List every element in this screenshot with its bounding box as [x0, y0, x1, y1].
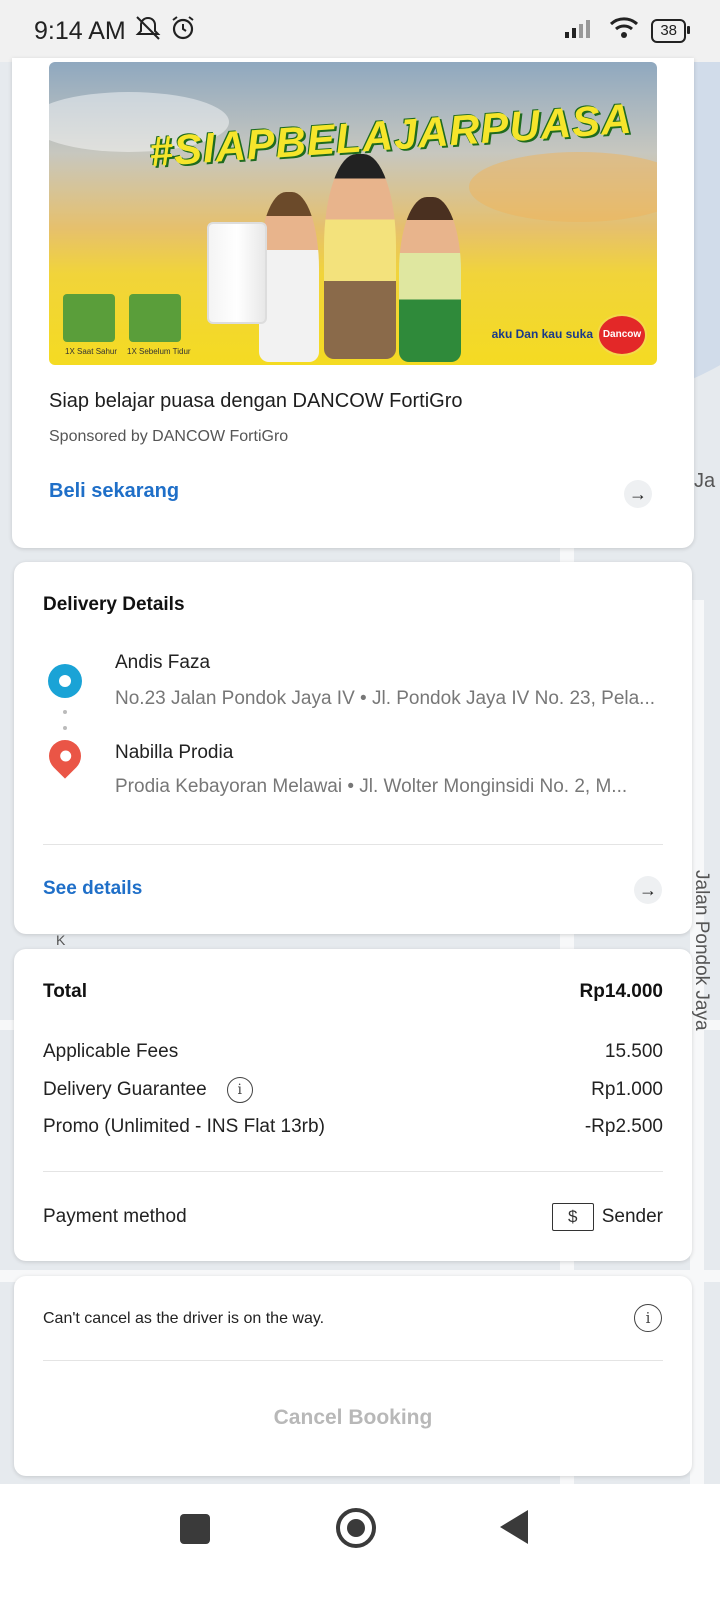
tile-caption: 1X Sebelum Tidur — [127, 347, 191, 356]
origin-pin-icon — [48, 664, 82, 698]
cash-icon: $ — [551, 1203, 594, 1231]
map-label: K — [56, 932, 66, 948]
origin-name: Andis Faza — [115, 652, 211, 673]
payment-method-row[interactable]: Payment method $ Sender — [43, 1203, 663, 1231]
milk-glass — [207, 222, 267, 324]
guarantee-value: Rp1.000 — [591, 1079, 663, 1100]
delivery-details-card: Delivery Details Andis Faza No.23 Jalan … — [14, 562, 692, 934]
payment-method-label: Payment method — [43, 1206, 187, 1227]
home-icon[interactable] — [336, 1508, 376, 1548]
status-bar: 9:14 AM 38 — [0, 0, 720, 62]
alarm-icon — [170, 15, 196, 48]
total-row: Total Rp14.000 — [43, 981, 663, 1003]
promo-label: Promo (Unlimited - INS Flat 13rb) — [43, 1116, 325, 1137]
bedtime-tile — [129, 294, 181, 342]
cancel-booking-button[interactable]: Cancel Booking — [14, 1406, 692, 1430]
child-figure — [259, 192, 319, 362]
origin-address: No.23 Jalan Pondok Jaya IV • Jl. Pondok … — [115, 688, 656, 709]
mute-icon — [134, 15, 162, 48]
back-icon[interactable] — [500, 1510, 528, 1544]
destination-pin-icon — [42, 733, 88, 779]
destination-address: Prodia Kebayoran Melawai • Jl. Wolter Mo… — [115, 776, 628, 797]
fees-row: Applicable Fees 15.500 — [43, 1041, 663, 1063]
fees-label: Applicable Fees — [43, 1041, 179, 1062]
route-dot — [63, 726, 67, 730]
payment-method-value: Sender — [601, 1206, 663, 1227]
map-road — [690, 600, 704, 1600]
info-icon[interactable]: i — [226, 1077, 253, 1103]
battery-indicator: 38 — [651, 19, 690, 43]
child-figure — [399, 197, 461, 362]
ad-card[interactable]: #SIAPBELAJARPUASA 1X Saat Sahur 1X Sebel… — [12, 58, 694, 548]
guarantee-row: Delivery Guarantee i Rp1.000 — [43, 1077, 663, 1103]
sahur-tile — [63, 294, 115, 342]
signal-icon — [563, 17, 597, 46]
divider — [43, 1360, 663, 1361]
ad-tagline: aku Dan kau suka — [491, 327, 593, 341]
promo-value: -Rp2.500 — [584, 1116, 663, 1137]
ad-sponsor: Sponsored by DANCOW FortiGro — [49, 428, 289, 445]
promo-row: Promo (Unlimited - INS Flat 13rb) -Rp2.5… — [43, 1116, 663, 1138]
status-time: 9:14 AM — [34, 16, 126, 45]
total-value: Rp14.000 — [579, 981, 663, 1002]
payment-summary-card: Total Rp14.000 Applicable Fees 15.500 De… — [14, 949, 692, 1261]
wifi-icon — [609, 16, 639, 47]
destination-name: Nabilla Prodia — [115, 742, 234, 763]
buy-now-link[interactable]: Beli sekarang — [49, 480, 179, 503]
banner-cloud — [469, 152, 657, 222]
see-details-link[interactable]: See details — [43, 878, 142, 900]
map-street-label: Jalan Pondok Jaya — [691, 870, 712, 1031]
ad-banner[interactable]: #SIAPBELAJARPUASA 1X Saat Sahur 1X Sebel… — [49, 62, 657, 365]
guarantee-label: Delivery Guarantee — [43, 1079, 207, 1100]
arrow-right-icon[interactable]: → — [624, 480, 652, 508]
route-dot — [63, 710, 67, 714]
fees-value: 15.500 — [604, 1041, 663, 1062]
delivery-title: Delivery Details — [43, 594, 185, 615]
divider — [43, 844, 663, 845]
cancel-card: Can't cancel as the driver is on the way… — [14, 1276, 692, 1476]
arrow-right-icon[interactable]: → — [634, 876, 662, 904]
child-figure — [324, 154, 396, 359]
info-icon[interactable]: i — [634, 1304, 662, 1332]
dancow-logo: Dancow — [597, 314, 647, 356]
recent-apps-icon[interactable] — [180, 1514, 210, 1544]
navigation-bar — [0, 1484, 720, 1600]
total-label: Total — [43, 981, 87, 1002]
divider — [43, 1171, 663, 1172]
cancel-note: Can't cancel as the driver is on the way… — [43, 1310, 325, 1327]
map-label: Ja — [694, 470, 716, 492]
ad-title: Siap belajar puasa dengan DANCOW FortiGr… — [49, 390, 463, 412]
tile-caption: 1X Saat Sahur — [65, 347, 118, 356]
